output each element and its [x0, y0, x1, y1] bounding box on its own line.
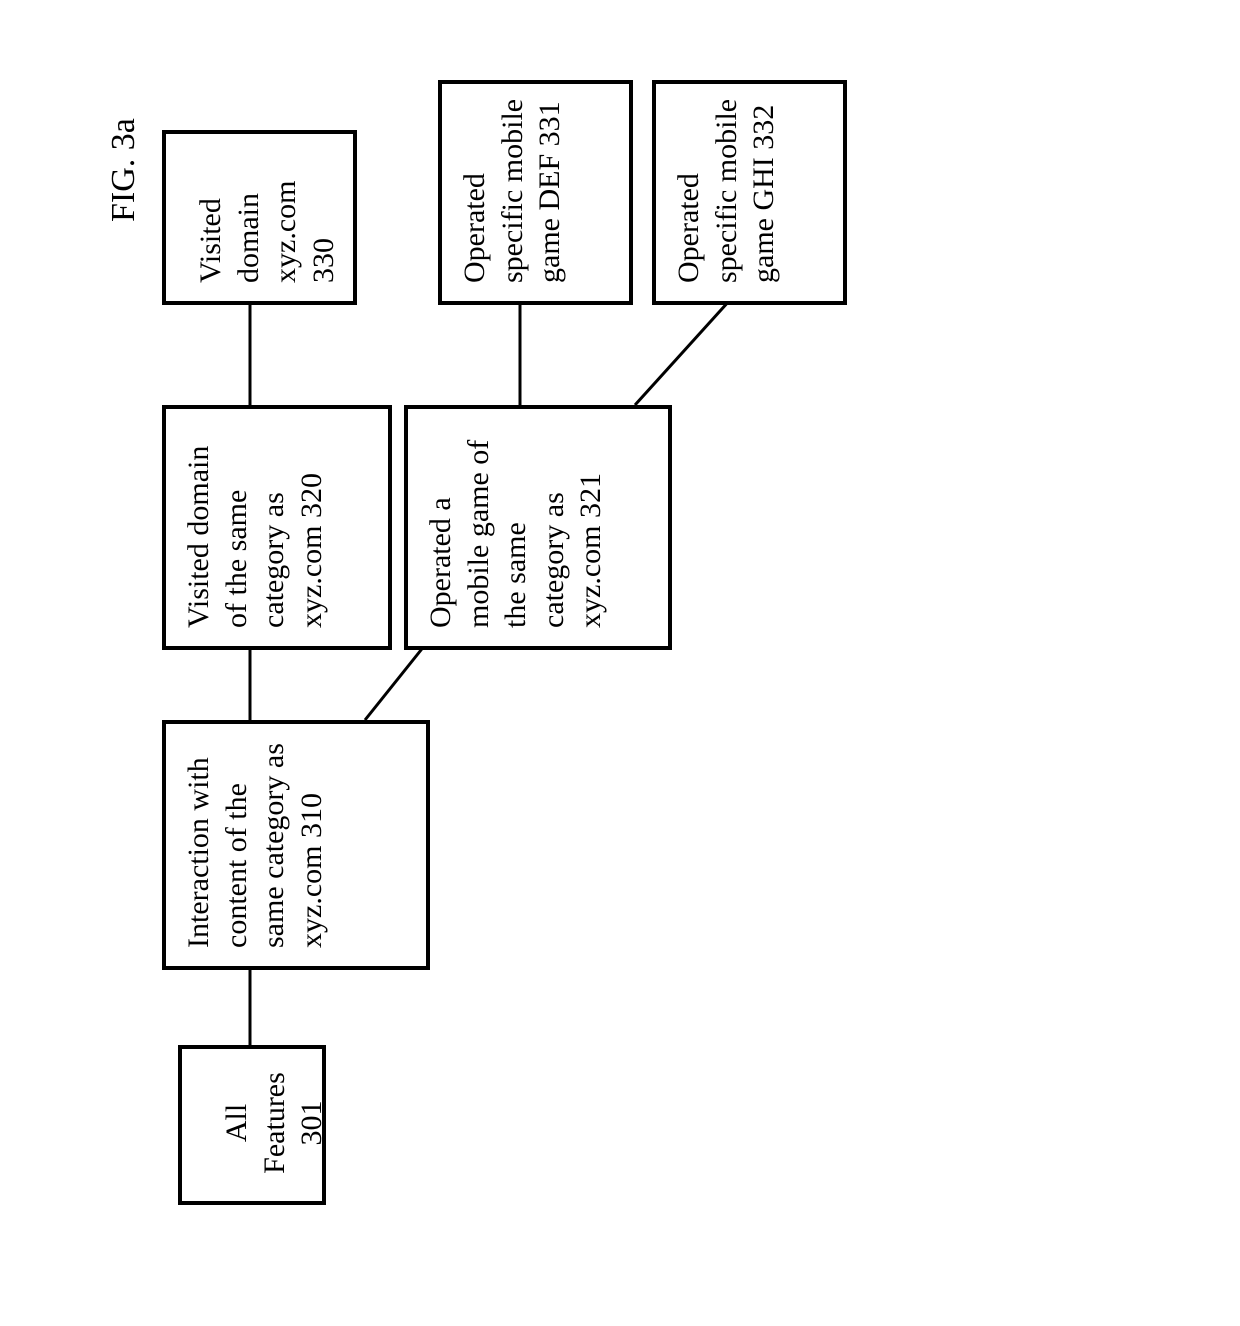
- node-text: Operated specific mobile game GHI 332: [672, 99, 780, 283]
- node-all-features-301: All Features 301: [178, 1045, 326, 1205]
- node-text: Operated specific mobile game DEF 331: [458, 99, 566, 283]
- node-text: Visited domain xyz.com 330: [194, 181, 340, 283]
- node-visited-domain-category-320: Visited domain of the same category as x…: [162, 405, 392, 650]
- node-text: Operated a mobile game of the same categ…: [424, 440, 607, 628]
- node-operated-mobile-game-category-321: Operated a mobile game of the same categ…: [404, 405, 672, 650]
- node-text: All Features 301: [220, 1072, 328, 1174]
- node-text: Interaction with content of the same cat…: [182, 743, 328, 948]
- node-visited-domain-xyz-330: Visited domain xyz.com 330: [162, 130, 357, 305]
- node-interaction-category-310: Interaction with content of the same cat…: [162, 720, 430, 970]
- node-operated-game-def-331: Operated specific mobile game DEF 331: [438, 80, 633, 305]
- node-operated-game-ghi-332: Operated specific mobile game GHI 332: [652, 80, 847, 305]
- node-text: Visited domain of the same category as x…: [182, 446, 328, 628]
